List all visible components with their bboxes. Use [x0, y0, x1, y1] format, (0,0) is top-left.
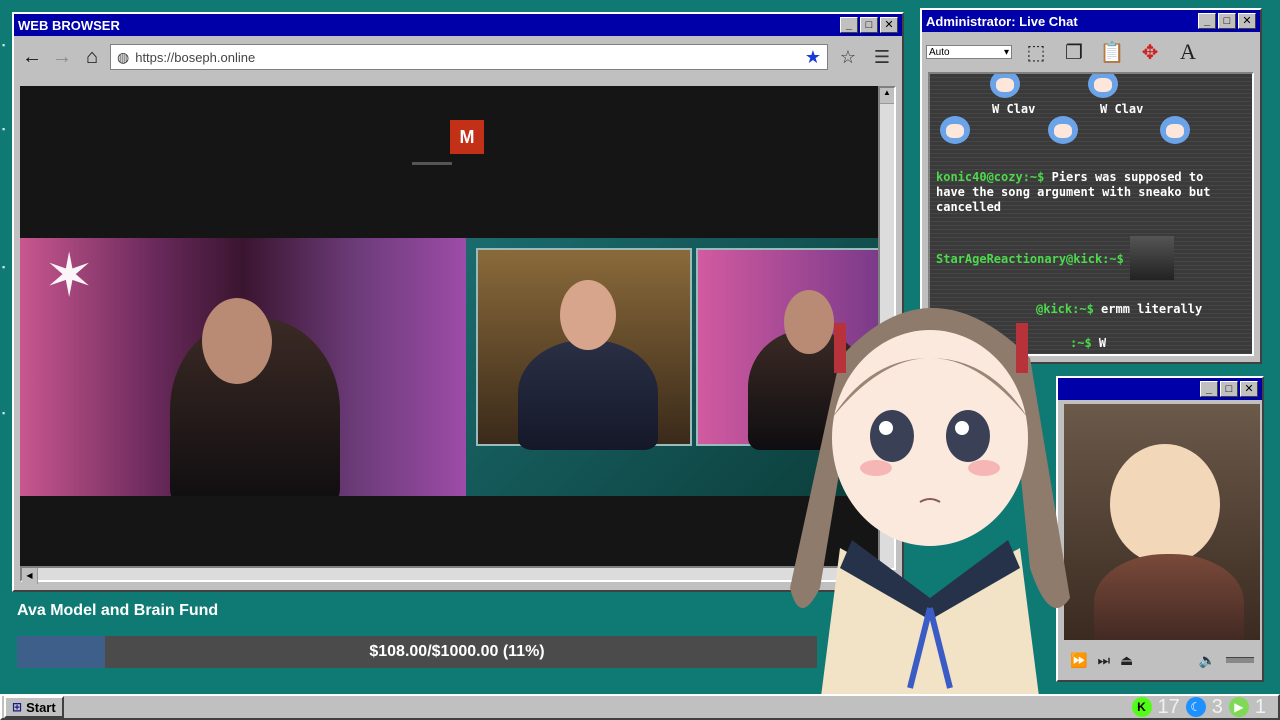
font-icon[interactable]: A [1174, 38, 1202, 66]
emote-image [1156, 114, 1194, 150]
url-text[interactable]: https://boseph.online [135, 50, 799, 65]
home-icon[interactable]: ⌂ [80, 45, 104, 69]
emote-image [936, 114, 974, 150]
video-frame-left: ✶ [20, 238, 466, 496]
fund-title: Ava Model and Brain Fund [17, 602, 219, 619]
taskbar: ⊞ Start K 17 ☾ 3 ▶ 1 [0, 694, 1280, 720]
eject-icon[interactable]: ⏏ [1120, 652, 1133, 669]
chat-toolbar: Auto ▾ ⬚ ❐ 📋 ✥ A [922, 32, 1260, 72]
browser-titlebar[interactable]: WEB BROWSER _ □ ✕ [14, 14, 902, 36]
desktop-icon[interactable]: ▪ [2, 124, 12, 134]
maximize-button[interactable]: □ [1220, 381, 1238, 397]
kick-icon[interactable]: K [1131, 697, 1152, 717]
minimize-button[interactable]: _ [840, 17, 858, 33]
browser-toolbar: ← → ⌂ ◍ https://boseph.online ★ ☆ ☰ [14, 36, 902, 78]
emote-image [1084, 74, 1122, 104]
scroll-up-arrow-icon[interactable]: ▲ [880, 88, 894, 104]
chevron-down-icon: ▾ [1003, 46, 1009, 58]
player-titlebar[interactable]: _ □ ✕ [1058, 378, 1262, 400]
fullscreen-icon[interactable]: ✥ [1136, 38, 1164, 66]
menu-icon[interactable]: ☰ [868, 44, 896, 70]
chat-text: ermm literally [1101, 302, 1203, 316]
vtuber-avatar [790, 308, 1070, 720]
player-controls: ⏩ ⏭ ⏏ 🔈 [1064, 644, 1260, 676]
page-viewport: M ✶ [20, 86, 882, 570]
volume-icon[interactable]: 🔈 [1199, 652, 1216, 669]
fund-progress-bar: $108.00/$1000.00 (11%) [17, 636, 817, 668]
cat-boy-head [1110, 444, 1220, 564]
bookmark-star-icon[interactable]: ☆ [834, 44, 862, 70]
play-count: 1 [1254, 695, 1266, 718]
forward-arrow-icon[interactable]: → [50, 45, 74, 69]
badge-caption [412, 162, 452, 165]
browser-window: WEB BROWSER _ □ ✕ ← → ⌂ ◍ https://boseph… [12, 12, 904, 592]
next-track-icon[interactable]: ⏭ [1097, 652, 1110, 669]
desktop-icon[interactable]: ▪ [2, 40, 12, 50]
minimize-button[interactable]: _ [1198, 13, 1216, 29]
close-button[interactable]: ✕ [880, 17, 898, 33]
desktop-icon[interactable]: ▪ [2, 408, 12, 418]
desktop-icon[interactable]: ▪ [2, 262, 12, 272]
emote-image [1044, 114, 1082, 150]
scroll-left-arrow-icon[interactable]: ◀ [22, 568, 38, 584]
player-artwork [1064, 404, 1260, 640]
cat-boy-figure [1094, 554, 1244, 640]
kick-viewer-count: 17 [1157, 695, 1180, 718]
play-icon[interactable]: ▶ [1228, 697, 1249, 717]
chat-message: :~$ W [1070, 336, 1252, 351]
person-head [202, 298, 272, 384]
system-tray: K 17 ☾ 3 ▶ 1 [1131, 695, 1277, 719]
copy-icon[interactable]: ❐ [1060, 38, 1088, 66]
guest-head [560, 280, 616, 350]
chat-username[interactable]: konic40@cozy:~$ [936, 170, 1044, 184]
arcane-star-logo: ✶ [44, 242, 95, 309]
close-button[interactable]: ✕ [1238, 13, 1256, 29]
select-value: Auto [929, 46, 950, 58]
back-arrow-icon[interactable]: ← [20, 45, 44, 69]
volume-slider[interactable] [1226, 657, 1254, 663]
media-player-window: _ □ ✕ ⏩ ⏭ ⏏ 🔈 [1056, 376, 1264, 682]
minimize-button[interactable]: _ [1200, 381, 1218, 397]
emote-image [986, 74, 1024, 104]
close-button[interactable]: ✕ [1240, 381, 1258, 397]
channel-badge: M [450, 120, 484, 154]
paste-icon[interactable]: 📋 [1098, 38, 1126, 66]
chat-username[interactable]: StarAgeReactionary@kick:~$ [936, 252, 1124, 266]
windows-logo-icon: ⊞ [12, 700, 23, 714]
video-inset-guest [476, 248, 692, 450]
chat-titlebar[interactable]: Administrator: Live Chat _ □ ✕ [922, 10, 1260, 32]
chat-message: konic40@cozy:~$ Piers was supposed to ha… [936, 170, 1236, 215]
moon-icon[interactable]: ☾ [1185, 697, 1206, 717]
maximize-button[interactable]: □ [860, 17, 878, 33]
maximize-button[interactable]: □ [1218, 13, 1236, 29]
emote-label: W Clav [1100, 102, 1144, 116]
font-size-select[interactable]: Auto ▾ [926, 45, 1012, 59]
fund-progress-text: $108.00/$1000.00 (11%) [369, 643, 545, 660]
guest-figure [518, 340, 658, 450]
chat-message: StarAgeReactionary@kick:~$ [936, 252, 1236, 267]
address-bar[interactable]: ◍ https://boseph.online ★ [110, 44, 828, 70]
emote-label: W Clav [992, 102, 1036, 116]
chat-text: W [1098, 336, 1107, 350]
user-avatar [1130, 236, 1174, 280]
window-title: WEB BROWSER [18, 17, 120, 33]
moon-count: 3 [1211, 695, 1223, 718]
globe-icon: ◍ [117, 48, 130, 65]
start-button[interactable]: ⊞ Start [4, 696, 64, 718]
window-title: Administrator: Live Chat [926, 13, 1078, 29]
select-rect-icon[interactable]: ⬚ [1022, 38, 1050, 66]
bookmarked-star-icon[interactable]: ★ [805, 47, 821, 68]
start-label: Start [26, 699, 56, 715]
horizontal-scrollbar[interactable]: ◀ [20, 566, 882, 584]
